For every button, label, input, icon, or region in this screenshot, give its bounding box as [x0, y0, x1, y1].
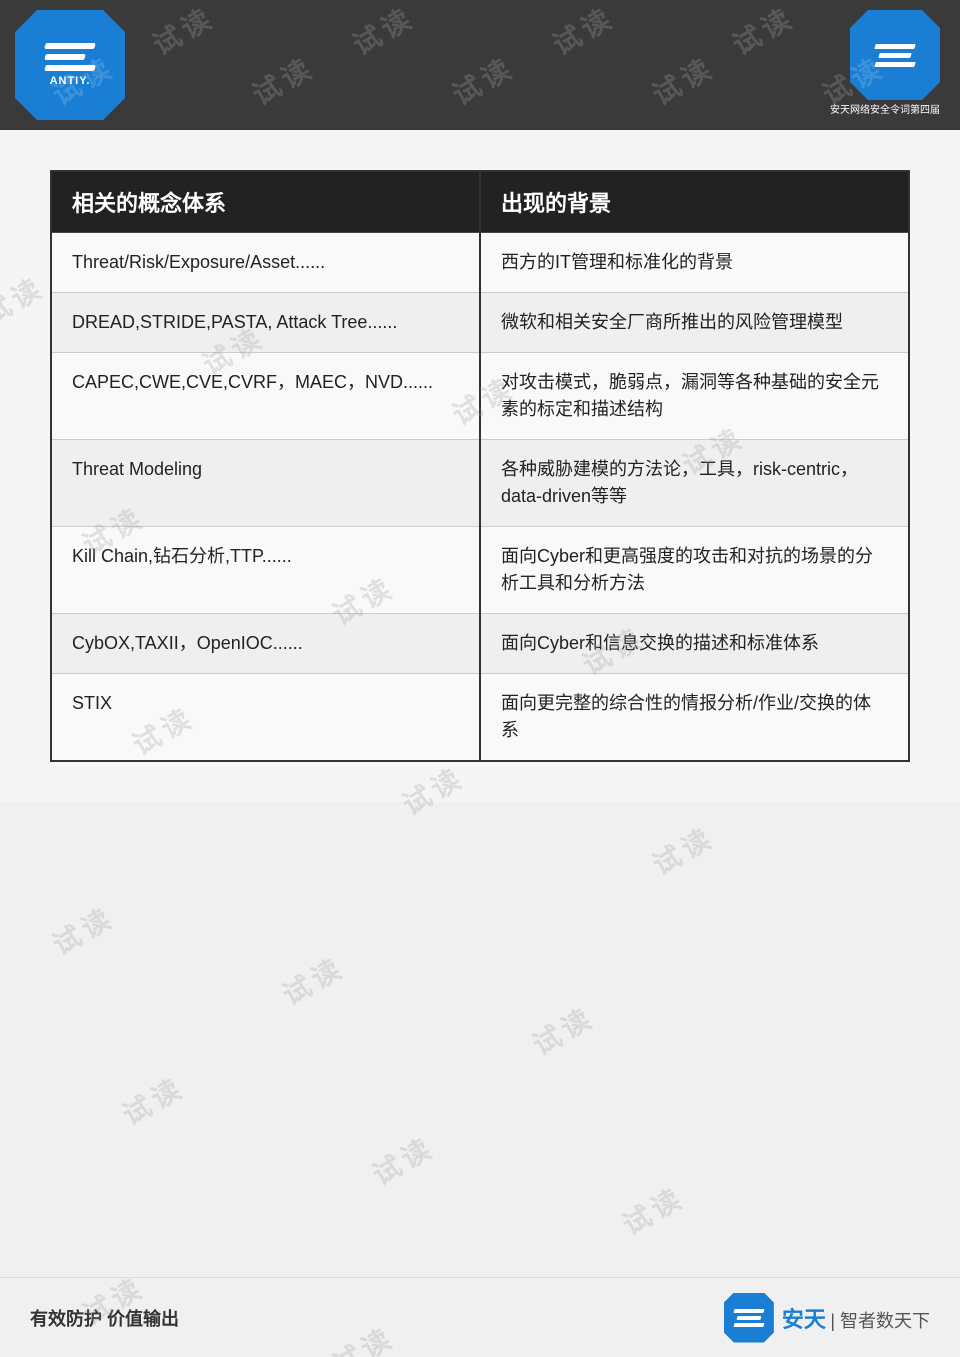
- background-cell: 面向更完整的综合性的情报分析/作业/交换的体系: [480, 674, 909, 762]
- watermark: 试读: [724, 0, 801, 64]
- body-watermark: 试读: [614, 1176, 691, 1244]
- table-row: DREAD,STRIDE,PASTA, Attack Tree......微软和…: [51, 293, 909, 353]
- background-cell: 面向Cyber和更高强度的攻击和对抗的场景的分析工具和分析方法: [480, 527, 909, 614]
- footer-tagline: 有效防护 价值输出: [30, 1305, 179, 1331]
- header-right-text: 安天网络安全令词第四届: [830, 104, 940, 118]
- concept-cell: CybOX,TAXII，OpenIOC......: [51, 614, 480, 674]
- main-content: 相关的概念体系 出现的背景 Threat/Risk/Exposure/Asset…: [0, 130, 960, 802]
- watermark: 试读: [444, 46, 521, 114]
- table-row: CAPEC,CWE,CVE,CVRF，MAEC，NVD......对攻击模式，脆…: [51, 353, 909, 440]
- table-row: Kill Chain,钻石分析,TTP......面向Cyber和更高强度的攻击…: [51, 527, 909, 614]
- footer-logo: 安天 | 智者数天下: [724, 1293, 930, 1343]
- logo-line: [44, 54, 86, 60]
- body-watermark: 试读: [644, 816, 721, 884]
- body-watermark: 试读: [44, 896, 121, 964]
- logo-line: [44, 43, 96, 49]
- body-watermark: 试读: [114, 1066, 191, 1134]
- footer-logo-sub: 智者数天下: [840, 1311, 930, 1331]
- footer-logo-main: 安天: [782, 1307, 826, 1332]
- footer-logo-icon: [724, 1293, 774, 1343]
- watermark: 试读: [344, 0, 421, 64]
- concept-cell: CAPEC,CWE,CVE,CVRF，MAEC，NVD......: [51, 353, 480, 440]
- right-logo-box: [850, 10, 940, 100]
- table-row: STIX面向更完整的综合性的情报分析/作业/交换的体系: [51, 674, 909, 762]
- footer-brand: 安天 | 智者数天下: [782, 1302, 930, 1334]
- watermark: 试读: [144, 0, 221, 64]
- background-cell: 各种威胁建模的方法论，工具，risk-centric，data-driven等等: [480, 440, 909, 527]
- concept-cell: Threat/Risk/Exposure/Asset......: [51, 233, 480, 293]
- concept-cell: STIX: [51, 674, 480, 762]
- watermark: 试读: [544, 0, 621, 64]
- background-cell: 对攻击模式，脆弱点，漏洞等各种基础的安全元素的标定和描述结构: [480, 353, 909, 440]
- concept-table: 相关的概念体系 出现的背景 Threat/Risk/Exposure/Asset…: [50, 170, 910, 762]
- body-watermark: 试读: [274, 946, 351, 1014]
- table-header-row: 相关的概念体系 出现的背景: [51, 171, 909, 233]
- table-row: Threat Modeling各种威胁建模的方法论，工具，risk-centri…: [51, 440, 909, 527]
- body-watermark: 试读: [364, 1126, 441, 1194]
- table-row: CybOX,TAXII，OpenIOC......面向Cyber和信息交换的描述…: [51, 614, 909, 674]
- background-cell: 西方的IT管理和标准化的背景: [480, 233, 909, 293]
- logo-lines: [45, 43, 95, 71]
- logo-label: ANTIY.: [50, 75, 91, 87]
- background-cell: 微软和相关安全厂商所推出的风险管理模型: [480, 293, 909, 353]
- header: 试读 试读 试读 试读 试读 试读 试读 试读 试读 ANTIY. 安天网络安全…: [0, 0, 960, 130]
- concept-cell: Threat Modeling: [51, 440, 480, 527]
- col2-header: 出现的背景: [480, 171, 909, 233]
- watermark: 试读: [644, 46, 721, 114]
- watermark: 试读: [244, 46, 321, 114]
- body-watermark: 试读: [524, 996, 601, 1064]
- col1-header: 相关的概念体系: [51, 171, 480, 233]
- concept-cell: Kill Chain,钻石分析,TTP......: [51, 527, 480, 614]
- background-cell: 面向Cyber和信息交换的描述和标准体系: [480, 614, 909, 674]
- header-right-logo: 安天网络安全令词第四届: [830, 10, 940, 118]
- concept-cell: DREAD,STRIDE,PASTA, Attack Tree......: [51, 293, 480, 353]
- antiy-logo: ANTIY.: [15, 10, 125, 120]
- footer: 有效防护 价值输出 安天 | 智者数天下: [0, 1277, 960, 1357]
- logo-line: [44, 65, 96, 71]
- footer-logo-separator: |: [830, 1311, 840, 1331]
- table-row: Threat/Risk/Exposure/Asset......西方的IT管理和…: [51, 233, 909, 293]
